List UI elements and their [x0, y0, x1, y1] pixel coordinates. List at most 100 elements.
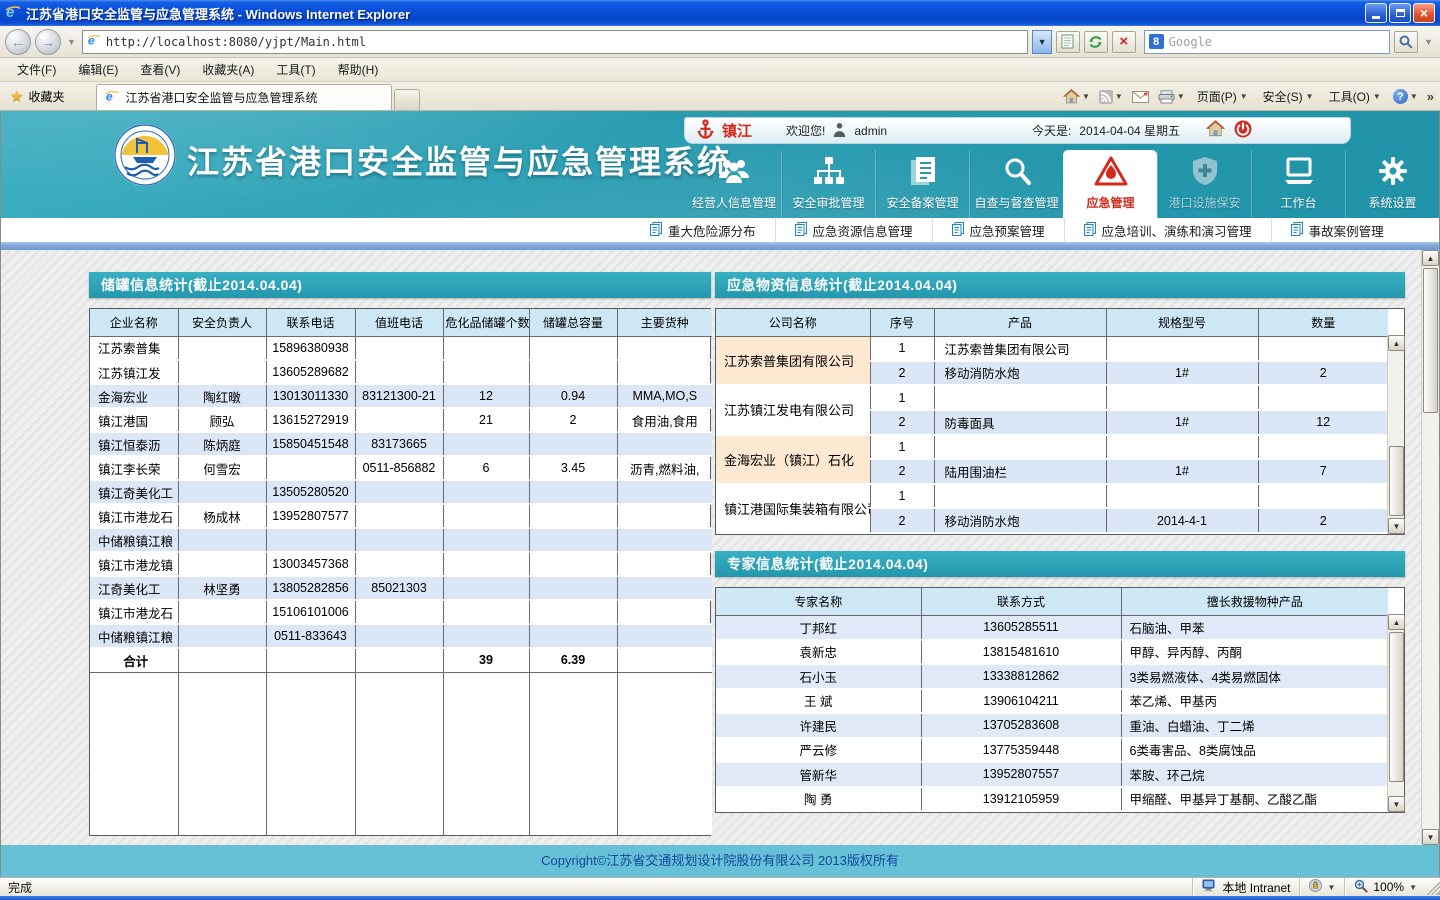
subnav-item-4[interactable]: 应急培训、演练和演习管理: [1064, 218, 1271, 242]
resize-grip[interactable]: [1426, 879, 1440, 895]
forward-button[interactable]: →: [35, 29, 61, 55]
address-input[interactable]: [106, 35, 1023, 49]
subnav-item-1[interactable]: 重大危险源分布: [631, 218, 775, 242]
nav-item-7[interactable]: 工作台: [1251, 150, 1345, 218]
nav-item-1[interactable]: 经营人信息管理: [687, 150, 781, 218]
cell: 13615272919: [266, 408, 355, 432]
status-bar: 完成 本地 Intranet ▼ 100% ▼: [0, 877, 1440, 896]
stop-button[interactable]: ×: [1112, 31, 1136, 53]
favorites-bar: ★ 收藏夹 e 江苏省港口安全监管与应急管理系统 ▼ ▼ ▼ 页面(P)▼ 安全(…: [0, 82, 1440, 111]
cell: [617, 360, 712, 384]
nav-item-6[interactable]: 港口设施保安: [1157, 150, 1251, 218]
menu-item-2[interactable]: 编辑(E): [67, 58, 129, 82]
scroll-up-icon[interactable]: ▲: [1422, 250, 1439, 266]
cell: [178, 648, 266, 672]
cell: 2014-4-1: [1106, 508, 1258, 533]
content-area: 储罐信息统计(截止2014.04.04) 企业名称安全负责人联系电话值班电话危化…: [1, 250, 1439, 845]
restore-button[interactable]: [1389, 3, 1411, 23]
cell: [443, 480, 529, 504]
address-dropdown[interactable]: ▼: [1032, 30, 1052, 54]
subnav-item-5[interactable]: 事故案例管理: [1271, 218, 1403, 242]
scroll-down-icon[interactable]: ▼: [1388, 796, 1405, 812]
cell: 13952807577: [266, 504, 355, 528]
system-title: 江苏省港口安全监管与应急管理系统: [187, 137, 731, 183]
scroll-thumb[interactable]: [1423, 268, 1438, 413]
cell: [529, 480, 617, 504]
cell: [529, 672, 617, 835]
subnav-item-2[interactable]: 应急资源信息管理: [775, 218, 932, 242]
nav-item-4[interactable]: 自查与督查管理: [969, 150, 1063, 218]
subnav-item-3[interactable]: 应急预案管理: [932, 218, 1064, 242]
zoom-control[interactable]: 100% ▼: [1344, 878, 1426, 896]
print-button[interactable]: ▼: [1158, 90, 1185, 104]
scroll-up-icon[interactable]: ▲: [1388, 614, 1405, 630]
cell: 13705283608: [921, 713, 1121, 738]
scroll-thumb[interactable]: [1389, 632, 1404, 782]
tank-table: 企业名称安全负责人联系电话值班电话危化品储罐个数储罐总容量主要货种江苏索普集15…: [90, 309, 712, 835]
menu-item-4[interactable]: 收藏夹(A): [191, 58, 265, 82]
menu-item-3[interactable]: 查看(V): [129, 58, 191, 82]
scroll-down-icon[interactable]: ▼: [1388, 518, 1405, 534]
menu-item-1[interactable]: 文件(F): [6, 58, 67, 82]
refresh-button[interactable]: [1084, 31, 1108, 53]
cell: 甲缩醛、甲基异丁基酮、乙酸乙酯: [1121, 787, 1388, 812]
port-city: 镇江: [722, 120, 752, 141]
command-button-3[interactable]: 工具(O)▼: [1326, 86, 1384, 107]
protected-mode-control[interactable]: ▼: [1299, 878, 1344, 896]
help-button[interactable]: ?▼: [1393, 89, 1418, 104]
cell: [529, 576, 617, 600]
cell: 移动消防水炮: [934, 508, 1106, 533]
cell: 镇江港国: [90, 408, 178, 432]
logout-power-icon[interactable]: [1234, 120, 1252, 141]
nav-item-3[interactable]: 安全备案管理: [875, 150, 969, 218]
more-commands-chevron[interactable]: »: [1427, 89, 1434, 104]
close-button[interactable]: ×: [1413, 3, 1435, 23]
menu-item-6[interactable]: 帮助(H): [327, 58, 390, 82]
cell: 镇江市港龙镇: [90, 552, 178, 576]
table-row: 镇江奇美化工13505280520: [90, 480, 712, 504]
nav-item-2[interactable]: 安全审批管理: [781, 150, 875, 218]
search-options-dropdown[interactable]: ▼: [1422, 37, 1435, 47]
table-row: 镇江市港龙石杨成林13952807577: [90, 504, 712, 528]
mail-button[interactable]: [1132, 91, 1149, 103]
cell: [1106, 336, 1258, 361]
home-shortcut-icon[interactable]: [1206, 120, 1225, 141]
scroll-thumb[interactable]: [1389, 446, 1404, 516]
compatibility-button[interactable]: [1056, 31, 1080, 53]
command-button-1[interactable]: 页面(P)▼: [1194, 86, 1251, 107]
history-dropdown[interactable]: ▼: [65, 37, 78, 47]
window-title: 江苏省港口安全监管与应急管理系统 - Windows Internet Expl…: [26, 4, 410, 23]
feeds-button[interactable]: ▼: [1099, 90, 1123, 104]
browser-window: e 江苏省港口安全监管与应急管理系统 - Windows Internet Ex…: [0, 0, 1440, 900]
cell: [178, 624, 266, 648]
cell: 合计: [90, 648, 178, 672]
browser-tab[interactable]: e 江苏省港口安全监管与应急管理系统: [96, 84, 392, 110]
cell: 0511-833643: [266, 624, 355, 648]
favorites-button[interactable]: ★ 收藏夹: [0, 87, 74, 110]
page-scrollbar[interactable]: ▲ ▼: [1421, 250, 1438, 845]
favorites-label: 收藏夹: [28, 88, 64, 105]
supplies-panel-title: 应急物资信息统计(截止2014.04.04): [715, 272, 1405, 298]
experts-scrollbar[interactable]: ▲ ▼: [1387, 614, 1404, 812]
menu-item-5[interactable]: 工具(T): [265, 58, 326, 82]
search-button[interactable]: [1394, 31, 1418, 53]
scroll-up-icon[interactable]: ▲: [1388, 335, 1405, 351]
cell: 15850451548: [266, 432, 355, 456]
search-input[interactable]: [1169, 35, 1386, 49]
command-button-2[interactable]: 安全(S)▼: [1260, 86, 1317, 107]
supplies-scrollbar[interactable]: ▲ ▼: [1387, 335, 1404, 534]
cell: 石脑油、甲苯: [1121, 615, 1388, 640]
experts-statistics-panel: 专家信息统计(截止2014.04.04) 专家名称联系方式擅长救援物种产品丁邦红…: [715, 551, 1405, 813]
zoom-level: 100%: [1373, 880, 1404, 894]
cell: 13815481610: [921, 640, 1121, 665]
nav-item-label: 经营人信息管理: [692, 194, 776, 211]
document-icon: [952, 222, 964, 239]
minimize-button[interactable]: [1365, 3, 1387, 23]
nav-item-5[interactable]: 应急管理: [1063, 150, 1157, 218]
back-button[interactable]: ←: [5, 29, 31, 55]
cell: 13505280520: [266, 480, 355, 504]
home-button[interactable]: ▼: [1063, 89, 1090, 104]
nav-item-8[interactable]: 系统设置: [1345, 150, 1439, 218]
new-tab-button[interactable]: [394, 89, 420, 110]
scroll-down-icon[interactable]: ▼: [1422, 829, 1439, 845]
